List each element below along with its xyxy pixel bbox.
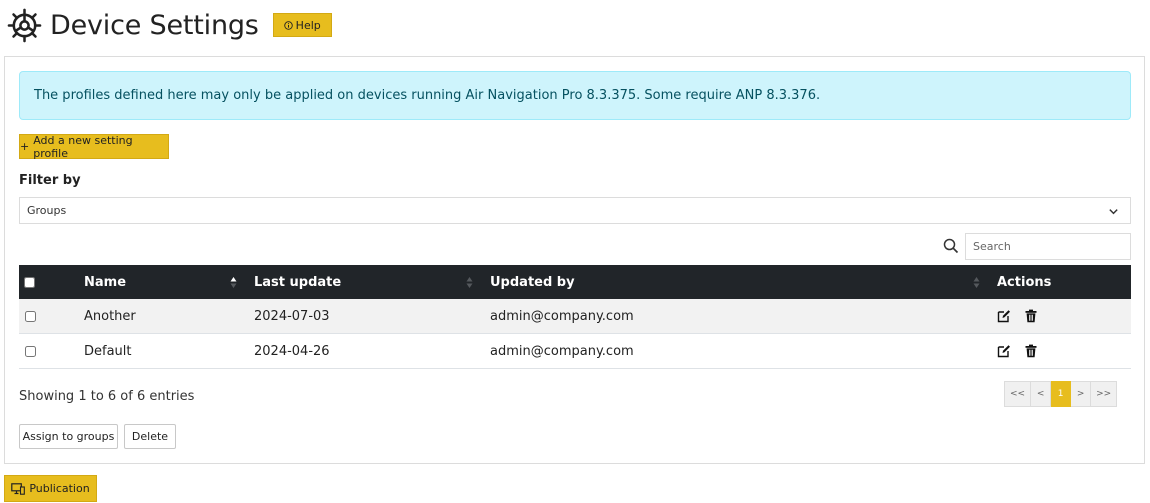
table-info: Showing 1 to 6 of 6 entries bbox=[19, 389, 195, 404]
assign-button-label: Assign to groups bbox=[22, 430, 115, 443]
column-header-name[interactable]: Name bbox=[84, 265, 126, 299]
row-select-cell bbox=[25, 299, 36, 333]
trash-icon bbox=[1025, 344, 1037, 358]
row-select-cell bbox=[25, 334, 36, 368]
publication-button[interactable]: Publication bbox=[4, 475, 97, 502]
cell-name: Another bbox=[84, 308, 136, 324]
row-checkbox[interactable] bbox=[25, 345, 36, 357]
page-current-button[interactable]: 1 bbox=[1051, 381, 1072, 407]
page-next-button[interactable]: > bbox=[1071, 381, 1092, 407]
delete-button[interactable]: Delete bbox=[124, 424, 176, 449]
row-checkbox[interactable] bbox=[25, 310, 36, 322]
search-icon bbox=[943, 238, 959, 254]
table-row: Default 2024-04-26 admin@company.com bbox=[19, 334, 1131, 369]
plus-icon: + bbox=[20, 140, 30, 153]
alert-text: The profiles defined here may only be ap… bbox=[34, 88, 821, 103]
page-last-button[interactable]: >> bbox=[1091, 381, 1118, 407]
sort-icon bbox=[973, 277, 980, 288]
search-input[interactable] bbox=[965, 233, 1131, 260]
delete-row-button[interactable] bbox=[1024, 299, 1038, 333]
edit-icon bbox=[997, 345, 1010, 358]
cell-name: Default bbox=[84, 343, 132, 359]
table-row: Another 2024-07-03 admin@company.com bbox=[19, 299, 1131, 334]
page-first-button[interactable]: << bbox=[1004, 381, 1032, 407]
pagination: << < 1 > >> bbox=[1004, 381, 1118, 407]
help-button-label: Help bbox=[295, 18, 321, 32]
edit-button[interactable] bbox=[997, 334, 1011, 368]
filter-label: Filter by bbox=[19, 173, 81, 188]
chevron-down-icon bbox=[1109, 209, 1118, 215]
trash-icon bbox=[1025, 309, 1037, 323]
info-alert: The profiles defined here may only be ap… bbox=[19, 71, 1131, 120]
select-all-checkbox[interactable] bbox=[24, 276, 35, 288]
cell-updated-by: admin@company.com bbox=[490, 308, 634, 324]
column-header-last-update[interactable]: Last update bbox=[254, 265, 341, 299]
filter-select[interactable]: Groups bbox=[19, 197, 1131, 224]
settings-panel: The profiles defined here may only be ap… bbox=[4, 56, 1145, 464]
monitor-icon bbox=[11, 482, 26, 495]
info-icon bbox=[283, 20, 293, 30]
select-all-cell bbox=[24, 265, 35, 299]
add-button-label: Add a new setting profile bbox=[33, 133, 133, 160]
gear-icon bbox=[7, 8, 42, 42]
page-prev-button[interactable]: < bbox=[1031, 381, 1052, 407]
filter-selected-value: Groups bbox=[27, 204, 67, 217]
column-header-actions: Actions bbox=[997, 274, 1052, 290]
sort-icon bbox=[466, 277, 473, 288]
page-header: Device Settings Help bbox=[7, 7, 332, 43]
column-header-updated-by[interactable]: Updated by bbox=[490, 265, 575, 299]
publication-button-label: Publication bbox=[29, 482, 90, 495]
table-header: Name Last update Updated by Actions bbox=[19, 265, 1131, 299]
sort-icon bbox=[230, 277, 237, 288]
cell-updated-by: admin@company.com bbox=[490, 343, 634, 359]
cell-last-update: 2024-07-03 bbox=[254, 308, 330, 324]
profiles-table: Name Last update Updated by Actions Anot… bbox=[19, 265, 1131, 369]
assign-to-groups-button[interactable]: Assign to groups bbox=[19, 424, 118, 449]
edit-button[interactable] bbox=[997, 299, 1011, 333]
delete-row-button[interactable] bbox=[1024, 334, 1038, 368]
page-title: Device Settings bbox=[50, 9, 259, 41]
edit-icon bbox=[997, 310, 1010, 323]
add-setting-profile-button[interactable]: + Add a new setting profile bbox=[19, 133, 169, 160]
delete-button-label: Delete bbox=[131, 430, 169, 443]
cell-last-update: 2024-04-26 bbox=[254, 343, 330, 359]
help-button[interactable]: Help bbox=[272, 13, 332, 37]
